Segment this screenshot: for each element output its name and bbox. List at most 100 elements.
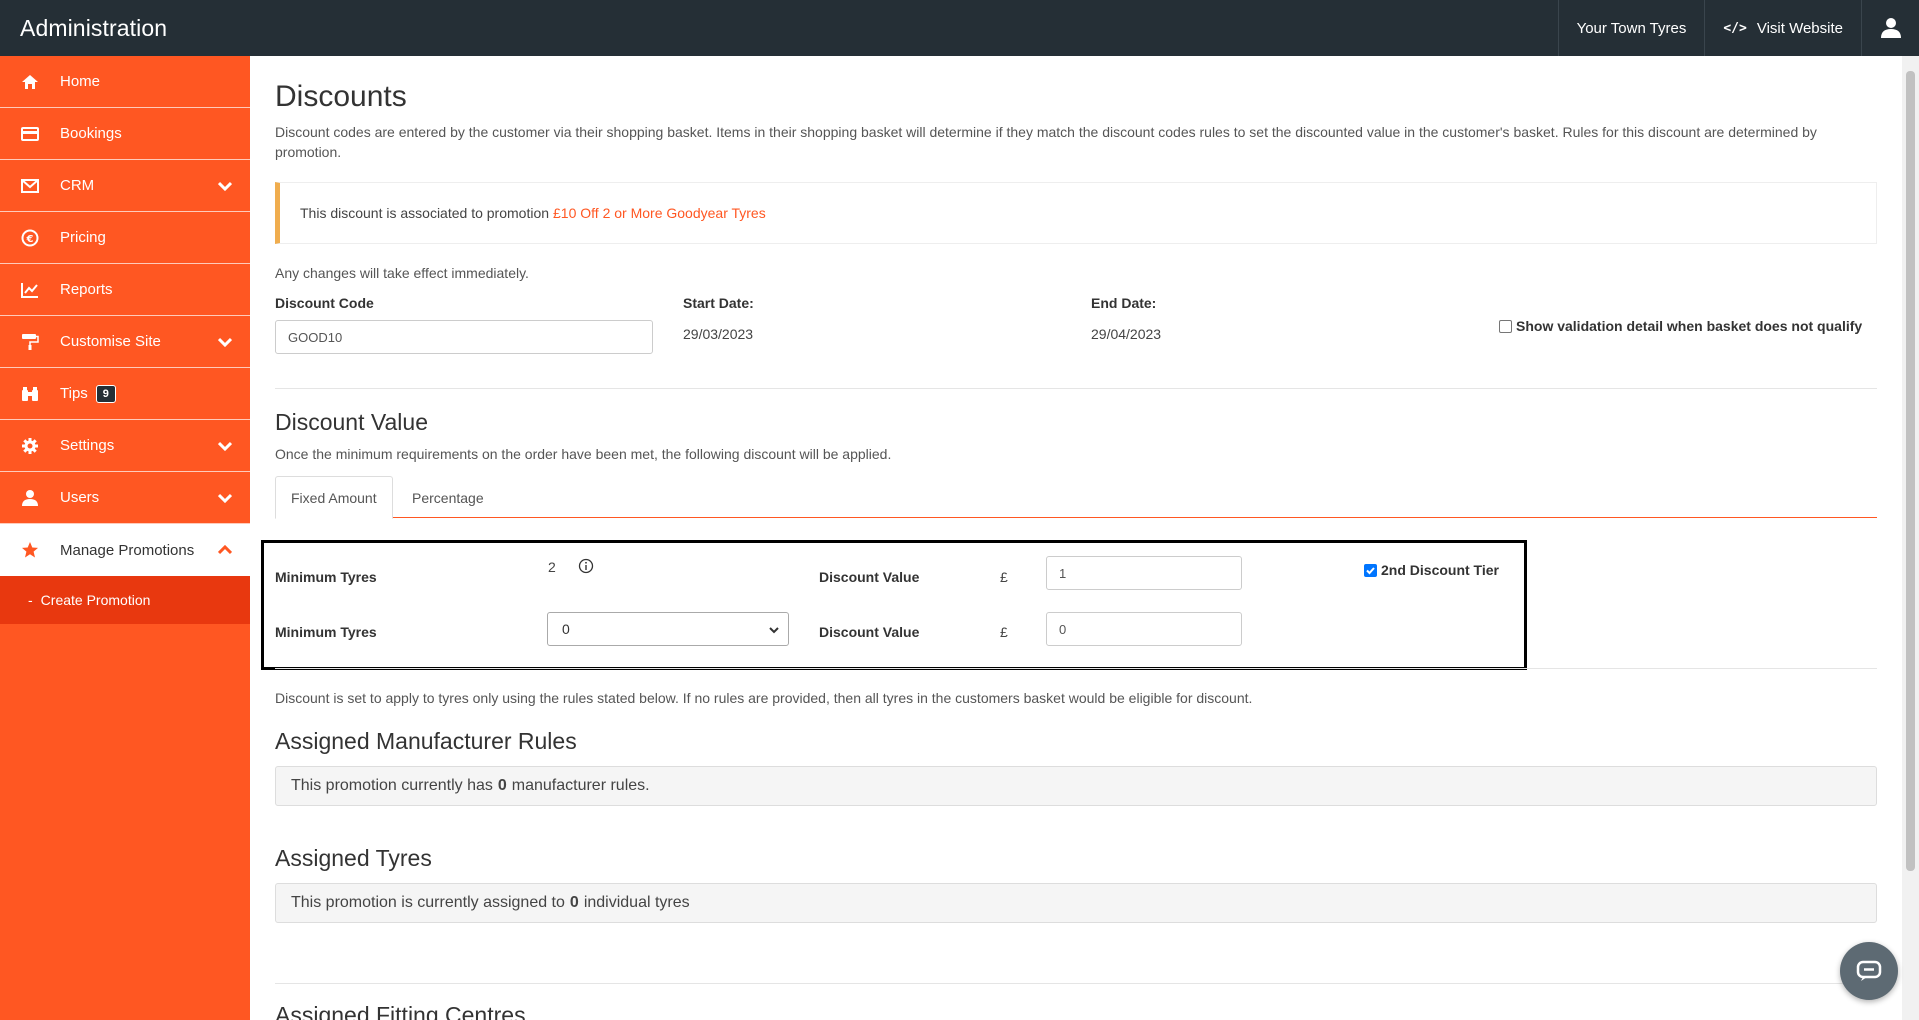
tier2-min-tyres-label: Minimum Tyres — [275, 624, 377, 640]
info-icon[interactable] — [578, 558, 594, 579]
tab-fixed-amount[interactable]: Fixed Amount — [275, 476, 393, 519]
user-menu-button[interactable] — [1861, 0, 1919, 56]
sidebar-subitem-label: Create Promotion — [40, 592, 151, 608]
discount-type-tabs: Fixed Amount Percentage — [275, 476, 1877, 519]
chevron-down-icon — [217, 490, 233, 507]
chat-button[interactable] — [1840, 942, 1898, 1000]
tier2-currency-symbol: £ — [1000, 624, 1008, 640]
manufacturer-rules-count: 0 — [497, 777, 507, 794]
sidebar-item-label: Tips — [60, 385, 88, 402]
second-tier-label: 2nd Discount Tier — [1381, 562, 1499, 578]
chevron-down-icon — [217, 334, 233, 351]
assigned-tyres-count: 0 — [569, 894, 579, 911]
select-value: 0 — [562, 621, 570, 637]
manufacturer-rules-title: Assigned Manufacturer Rules — [275, 728, 577, 754]
app-title: Administration — [20, 14, 168, 41]
rules-note: Discount is set to apply to tyres only u… — [275, 690, 1253, 706]
tier1-currency-symbol: £ — [1000, 569, 1008, 585]
sidebar-item-crm[interactable]: CRM — [0, 160, 250, 212]
tier1-discount-value-label: Discount Value — [819, 569, 920, 585]
tier1-min-tyres-value: 2 — [548, 559, 556, 575]
gear-icon — [20, 436, 40, 456]
second-tier-checkbox[interactable]: 2nd Discount Tier — [1364, 562, 1499, 578]
manufacturer-rules-info: This promotion currently has 0 manufactu… — [275, 766, 1877, 806]
sidebar-item-label: Home — [60, 73, 101, 90]
visit-website-label: Visit Website — [1756, 19, 1843, 37]
sidebar-item-label: Settings — [60, 437, 115, 454]
user-icon — [1880, 18, 1901, 38]
checkbox-checked[interactable] — [1364, 563, 1377, 577]
visit-website-link[interactable]: </> Visit Website — [1704, 0, 1861, 56]
end-date-label: End Date: — [1091, 295, 1157, 311]
discount-code-label: Discount Code — [275, 295, 374, 311]
main-content: Discounts Discount codes are entered by … — [261, 56, 1877, 1020]
page-description: Discount codes are entered by the custom… — [275, 124, 1817, 160]
sidebar-item-settings[interactable]: Settings — [0, 420, 250, 472]
sidebar-item-manage-promotions[interactable]: Manage Promotions — [0, 524, 250, 576]
scrollbar-thumb[interactable] — [1906, 71, 1915, 871]
checkbox-unchecked[interactable] — [1499, 319, 1512, 333]
assigned-tyres-info: This promotion is currently assigned to … — [275, 883, 1877, 923]
chart-icon — [20, 280, 40, 300]
validation-detail-checkbox[interactable]: Show validation detail when basket does … — [1499, 318, 1862, 334]
validation-detail-label: Show validation detail when basket does … — [1516, 318, 1863, 334]
end-date-value: 29/04/2023 — [1091, 326, 1162, 342]
binoculars-icon — [20, 384, 40, 404]
home-icon — [20, 72, 40, 92]
page-title: Discounts — [275, 80, 407, 113]
chat-icon — [1856, 960, 1882, 981]
start-date-value: 29/03/2023 — [683, 326, 754, 342]
assigned-tyres-title: Assigned Tyres — [275, 845, 432, 871]
tier2-min-tyres-select[interactable]: 0 — [547, 612, 789, 646]
tier2-discount-value-input[interactable] — [1046, 612, 1242, 646]
chevron-down-icon — [217, 178, 233, 195]
sidebar-item-label: Pricing — [60, 229, 106, 246]
promotion-alert: This discount is associated to promotion… — [275, 182, 1877, 244]
sidebar-item-label: Manage Promotions — [60, 541, 195, 559]
tips-count-badge: 9 — [95, 384, 116, 403]
discount-value-subtitle: Once the minimum requirements on the ord… — [275, 446, 892, 462]
sidebar-item-label: Reports — [60, 281, 113, 298]
sidebar-item-label: Customise Site — [60, 333, 161, 350]
divider — [275, 388, 1877, 389]
sidebar-item-users[interactable]: Users — [0, 472, 250, 524]
euro-icon: € — [20, 228, 40, 248]
sidebar: Home Bookings CRM € Pricing Reports Cust… — [0, 56, 250, 1020]
discount-value-title: Discount Value — [275, 409, 428, 435]
envelope-icon — [20, 176, 40, 196]
chevron-up-icon — [217, 542, 233, 559]
page-scrollbar[interactable] — [1902, 56, 1919, 1020]
sidebar-subitem-create-promotion[interactable]: - Create Promotion — [0, 576, 250, 624]
divider — [275, 983, 1877, 984]
changes-note: Any changes will take effect immediately… — [275, 265, 529, 281]
site-name-link[interactable]: Your Town Tyres — [1557, 0, 1705, 56]
alert-text: This discount is associated to promotion — [300, 205, 550, 221]
promotion-link[interactable]: £10 Off 2 or More Goodyear Tyres — [553, 205, 766, 221]
sidebar-item-label: Bookings — [60, 125, 122, 142]
sidebar-item-customise-site[interactable]: Customise Site — [0, 316, 250, 368]
top-bar: Administration Your Town Tyres </> Visit… — [0, 0, 1919, 56]
tier2-discount-value-label: Discount Value — [819, 624, 920, 640]
tier1-discount-value-input[interactable] — [1046, 556, 1242, 590]
user-tie-icon — [20, 488, 40, 508]
chevron-down-icon — [217, 438, 233, 455]
sidebar-item-home[interactable]: Home — [0, 56, 250, 108]
start-date-label: Start Date: — [683, 295, 754, 311]
fitting-centres-title: Assigned Fitting Centres — [275, 1002, 526, 1020]
svg-text:€: € — [26, 234, 34, 245]
sidebar-item-tips[interactable]: Tips 9 — [0, 368, 250, 420]
tab-percentage[interactable]: Percentage — [397, 476, 499, 519]
sidebar-item-bookings[interactable]: Bookings — [0, 108, 250, 160]
sidebar-item-reports[interactable]: Reports — [0, 264, 250, 316]
discount-tiers-highlight — [261, 540, 1527, 670]
code-icon: </> — [1723, 20, 1747, 36]
sidebar-item-label: CRM — [60, 177, 95, 194]
card-icon — [20, 124, 40, 144]
divider — [275, 668, 1877, 669]
star-icon — [20, 540, 40, 560]
chevron-down-icon — [768, 623, 780, 639]
sidebar-item-label: Users — [60, 489, 100, 506]
paint-roller-icon — [20, 332, 40, 352]
discount-code-input[interactable] — [275, 320, 653, 354]
sidebar-item-pricing[interactable]: € Pricing — [0, 212, 250, 264]
